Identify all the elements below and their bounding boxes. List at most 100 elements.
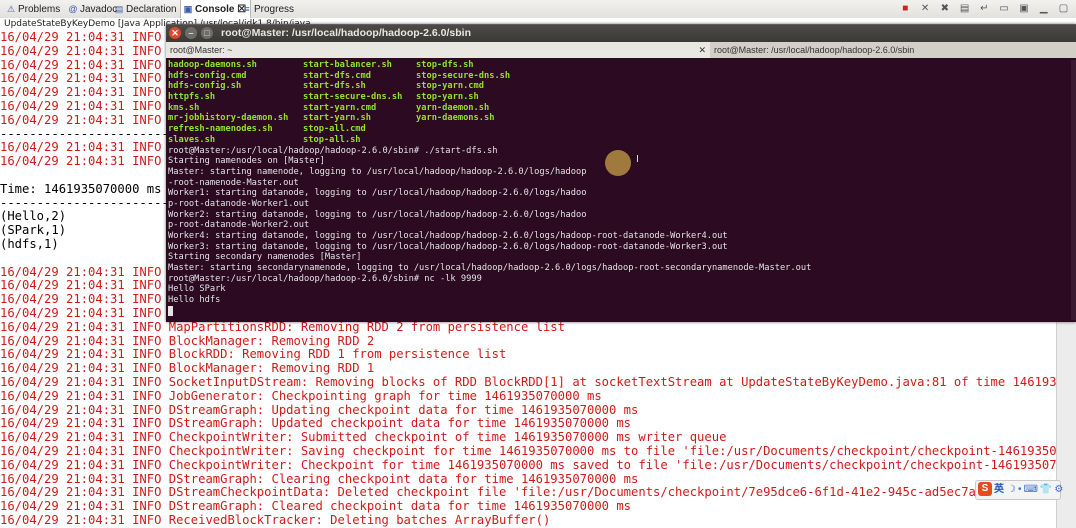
cursor-highlight-icon bbox=[605, 150, 631, 176]
open-console-icon[interactable]: ▣ bbox=[1017, 2, 1030, 15]
file-name: mr-jobhistory-daemon.sh bbox=[168, 113, 289, 124]
terminal-line: Starting secondary namenodes [Master] bbox=[168, 252, 362, 263]
terminal-output[interactable]: hadoop-daemons.sh start-balancer.sh stop-d… bbox=[168, 60, 1073, 320]
terminal-tab-sbin[interactable]: root@Master: /usr/local/hadoop/hadoop-2.… bbox=[710, 42, 1076, 58]
ime-toolbar[interactable]: S 英 ☽ • ⌨ 👕 ⚙ bbox=[975, 480, 1063, 500]
terminal-line: p-root-datanode-Worker2.out bbox=[168, 220, 310, 231]
maximize-icon[interactable]: □ bbox=[201, 27, 213, 39]
terminal-line: root@Master:/usr/local/hadoop/hadoop-2.6… bbox=[168, 273, 482, 284]
terminal-line: Hello SPark bbox=[168, 284, 226, 295]
file-name: start-yarn.sh bbox=[303, 113, 371, 124]
file-listing-row: refresh-namenodes.sh stop-all.cmd bbox=[168, 124, 1073, 135]
file-name: stop-secure-dns.sh bbox=[416, 70, 511, 81]
file-name: kms.sh bbox=[168, 102, 200, 113]
file-listing-row: httpfs.sh start-secure-dns.sh stop-yarn.sh bbox=[168, 92, 1073, 103]
console-line: 16/04/29 21:04:31 INFO CheckpointWriter:… bbox=[0, 457, 1056, 472]
file-name: start-balancer.sh bbox=[303, 60, 392, 70]
terminal-line: Worker2: starting datanode, logging to /… bbox=[168, 209, 587, 220]
pin-console-icon[interactable]: ▭ bbox=[998, 2, 1011, 15]
terminal-line: p-root-datanode-Worker1.out bbox=[168, 198, 310, 209]
minimize-icon[interactable]: – bbox=[185, 27, 197, 39]
file-name: stop-yarn.sh bbox=[416, 92, 479, 103]
terminal-tab-label: root@Master: ~ bbox=[170, 45, 233, 55]
maximize-view-icon[interactable]: ▢ bbox=[1057, 2, 1070, 15]
text-cursor-icon: I bbox=[636, 154, 639, 165]
terminal-line: Worker4: starting datanode, logging to /… bbox=[168, 231, 728, 241]
declaration-icon: ▤ bbox=[114, 4, 124, 14]
file-listing-row: hdfs-config.sh start-dfs.sh stop-yarn.cmd bbox=[168, 81, 1073, 92]
problems-icon: ⚠ bbox=[6, 4, 16, 14]
file-name: httpfs.sh bbox=[168, 92, 216, 103]
terminal-line: Master: starting secondarynamenode, logg… bbox=[168, 263, 812, 274]
console-line: 16/04/29 21:04:31 INFO DStreamGraph: Upd… bbox=[0, 402, 639, 417]
console-line: 16/04/29 21:04:31 INFO DStreamGraph: Cle… bbox=[0, 499, 632, 514]
terminal-tabbar: root@Master: ~ ✕ root@Master: /usr/local… bbox=[166, 42, 1076, 58]
file-name: start-dfs.cmd bbox=[303, 70, 371, 81]
ime-tool-icon[interactable]: • bbox=[1018, 484, 1022, 495]
file-name: hdfs-config.cmd bbox=[168, 70, 247, 81]
file-name: yarn-daemon.sh bbox=[416, 102, 490, 113]
terminal-line: -root-namenode-Master.out bbox=[168, 177, 299, 188]
tab-problems[interactable]: ⚠ Problems bbox=[4, 0, 64, 18]
file-name: start-secure-dns.sh bbox=[303, 92, 403, 103]
terminal-scrollbar[interactable] bbox=[1071, 60, 1076, 320]
console-line: 16/04/29 21:04:31 INFO DStreamCheckpoint… bbox=[0, 485, 1056, 500]
console-toolbar: ■ ✕ ✖ ▤ ↵ ▭ ▣ ▁ ▢ bbox=[895, 2, 1070, 16]
tab-label: Progress bbox=[254, 4, 295, 15]
terminal-line: Worker3: starting datanode, logging to /… bbox=[168, 241, 728, 252]
terminal-cursor-line bbox=[168, 305, 1073, 317]
console-line: 16/04/29 21:04:31 INFO DStreamGraph: Upd… bbox=[0, 416, 632, 431]
console-line: 16/04/29 21:04:31 INFO BlockRDD: Removin… bbox=[0, 347, 507, 362]
console-line: 16/04/29 21:04:31 INFO CheckpointWriter:… bbox=[0, 443, 1056, 458]
javadoc-icon: @ bbox=[68, 4, 78, 14]
ime-logo-icon[interactable]: S bbox=[978, 482, 992, 496]
console-icon: ▣ bbox=[183, 4, 193, 14]
eclipse-view-tabbar: ⚠ Problems @ Javadoc ▤ Declaration ▣ Console ☒ ≡… bbox=[0, 0, 1076, 19]
file-name: stop-all.sh bbox=[303, 134, 361, 145]
file-name: refresh-namenodes.sh bbox=[168, 124, 273, 135]
ime-tool-icon[interactable]: ☽ bbox=[1007, 484, 1016, 495]
terminal-cursor bbox=[168, 305, 173, 316]
ime-tool-icon[interactable]: ⌨ bbox=[1023, 484, 1037, 495]
console-line: 16/04/29 21:04:31 INFO MapPartitionsRDD:… bbox=[0, 319, 565, 334]
terminal-line: Hello hdfs bbox=[168, 295, 221, 306]
tab-label: Declaration bbox=[126, 4, 177, 15]
remove-launch-icon[interactable]: ✕ bbox=[919, 2, 932, 15]
console-line: 16/04/29 21:04:31 INFO BlockManager: Rem… bbox=[0, 361, 375, 376]
close-icon[interactable]: ✕ bbox=[169, 27, 181, 39]
console-line: 16/04/29 21:04:31 INFO JobGenerator: Che… bbox=[0, 388, 602, 403]
tab-progress[interactable]: ≡ Progress bbox=[240, 0, 298, 18]
remove-all-icon[interactable]: ✖ bbox=[938, 2, 951, 15]
tab-declaration[interactable]: ▤ Declaration bbox=[112, 0, 181, 18]
file-name: hadoop-daemons.sh bbox=[168, 60, 257, 70]
console-line: 16/04/29 21:04:31 INFO CheckpointWriter:… bbox=[0, 430, 727, 445]
ime-tool-icon[interactable]: ⚙ bbox=[1054, 484, 1063, 495]
file-listing-row: hdfs-config.cmd start-dfs.cmd stop-secure-… bbox=[168, 71, 1073, 82]
file-name: slaves.sh bbox=[168, 134, 216, 145]
terminate-icon[interactable]: ■ bbox=[899, 2, 912, 15]
file-name: stop-yarn.cmd bbox=[416, 81, 484, 92]
tab-close-icon[interactable]: ✕ bbox=[698, 42, 706, 58]
terminal-title: root@Master: /usr/local/hadoop/hadoop-2.… bbox=[221, 27, 472, 39]
file-name: hdfs-config.sh bbox=[168, 81, 242, 92]
ime-language-toggle[interactable]: 英 bbox=[994, 484, 1004, 495]
file-listing-row: kms.sh start-yarn.cmd yarn-daemon.sh bbox=[168, 103, 1073, 114]
terminal-tab-home[interactable]: root@Master: ~ ✕ bbox=[166, 42, 710, 58]
file-name: stop-dfs.sh bbox=[416, 60, 474, 70]
progress-icon: ≡ bbox=[244, 4, 250, 14]
console-line: 16/04/29 21:04:31 INFO SocketInputDStrea… bbox=[0, 374, 1056, 389]
file-listing-row: mr-jobhistory-daemon.sh start-yarn.sh yarn… bbox=[168, 113, 1073, 124]
console-line: 16/04/29 21:04:31 INFO DStreamGraph: Cle… bbox=[0, 471, 639, 486]
console-line: 16/04/29 21:04:31 INFO BlockManager: Rem… bbox=[0, 333, 375, 348]
file-listing-row: slaves.sh stop-all.sh bbox=[168, 135, 1073, 146]
tab-label: Console bbox=[195, 4, 235, 15]
terminal-titlebar[interactable]: ✕ – □ root@Master: /usr/local/hadoop/had… bbox=[166, 25, 1076, 42]
console-line: 16/04/29 21:04:31 INFO ReceivedBlockTrac… bbox=[0, 512, 551, 527]
minimize-view-icon[interactable]: ▁ bbox=[1037, 2, 1050, 15]
file-name: start-yarn.cmd bbox=[303, 102, 377, 113]
lock-scroll-icon[interactable]: ▤ bbox=[958, 2, 971, 15]
word-wrap-icon[interactable]: ↵ bbox=[978, 2, 991, 15]
file-listing-row: hadoop-daemons.sh start-balancer.sh stop-d… bbox=[168, 60, 1073, 71]
ime-tool-icon[interactable]: 👕 bbox=[1040, 484, 1052, 495]
file-name: yarn-daemons.sh bbox=[416, 113, 495, 124]
